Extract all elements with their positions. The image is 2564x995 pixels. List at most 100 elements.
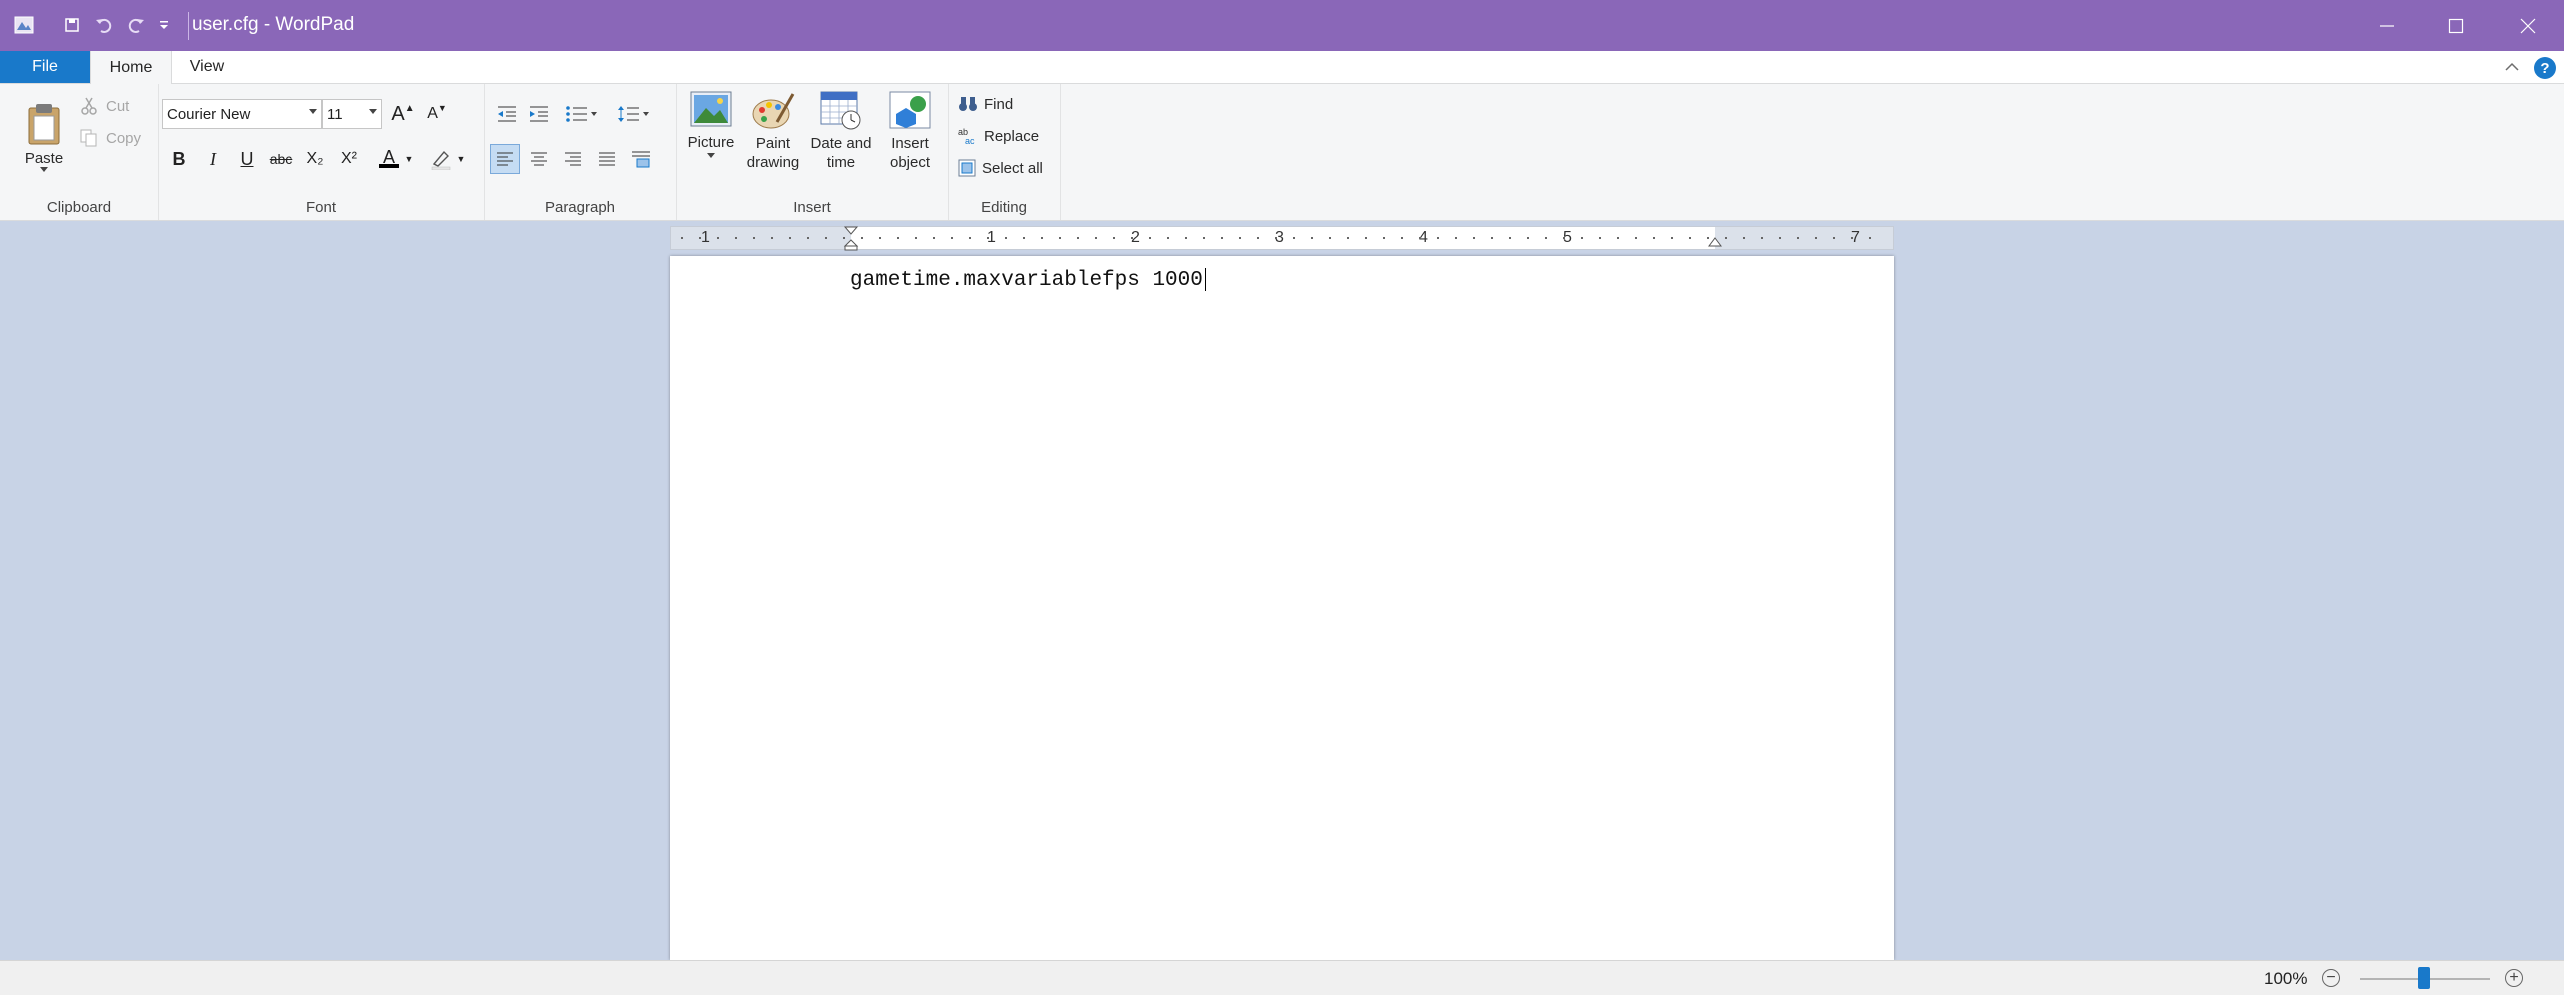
tab-file[interactable]: File bbox=[0, 51, 90, 83]
ribbon-tab-row: File Home View ? bbox=[0, 51, 2564, 84]
shrink-font-button[interactable]: A ▼ bbox=[422, 99, 452, 129]
paint-drawing-label-line2: drawing bbox=[746, 154, 800, 171]
justify-button[interactable] bbox=[592, 144, 622, 174]
insert-object-label-line1: Insert bbox=[891, 135, 929, 152]
document-page[interactable]: gametime.maxvariablefps 1000 bbox=[670, 256, 1894, 960]
copy-button[interactable]: Copy bbox=[80, 124, 141, 152]
select-all-icon bbox=[958, 159, 976, 177]
zoom-level: 100% bbox=[2264, 969, 2308, 988]
align-right-button[interactable] bbox=[558, 144, 588, 174]
ruler-tick bbox=[1401, 237, 1403, 239]
find-button[interactable]: Find bbox=[958, 90, 1013, 118]
maximize-button[interactable] bbox=[2420, 0, 2492, 51]
save-icon[interactable] bbox=[60, 12, 84, 38]
zoom-in-button[interactable]: + bbox=[2505, 969, 2523, 987]
superscript-button[interactable]: X² bbox=[334, 144, 364, 174]
ruler-tick bbox=[1761, 237, 1763, 239]
editing-group: Find ab ac Replace Select all Editing bbox=[948, 84, 1061, 220]
ruler-tick bbox=[1653, 237, 1655, 239]
ruler-tick bbox=[735, 237, 737, 239]
copy-icon bbox=[80, 129, 97, 147]
ruler-tick bbox=[1365, 237, 1367, 239]
tab-home[interactable]: Home bbox=[90, 51, 172, 84]
bullet-list-button[interactable] bbox=[560, 99, 604, 129]
grow-font-button[interactable]: A ▲ bbox=[388, 99, 418, 129]
paste-button[interactable]: Paste bbox=[14, 90, 74, 184]
right-indent-marker[interactable] bbox=[1707, 235, 1723, 251]
ruler-tick bbox=[1023, 237, 1025, 239]
title-bar: user.cfg - WordPad bbox=[0, 0, 2564, 51]
ruler-tick bbox=[1815, 237, 1817, 239]
zoom-slider-thumb[interactable] bbox=[2418, 967, 2430, 989]
ruler-tick bbox=[1581, 237, 1583, 239]
font-size-select[interactable]: 11 bbox=[322, 99, 382, 129]
ruler-tick bbox=[861, 237, 863, 239]
ruler-tick bbox=[1869, 237, 1871, 239]
ruler-tick bbox=[1095, 237, 1097, 239]
font-family-select[interactable]: Courier New bbox=[162, 99, 322, 129]
picture-icon bbox=[690, 91, 732, 127]
select-all-button[interactable]: Select all bbox=[958, 154, 1043, 182]
ruler-tick bbox=[1275, 237, 1277, 239]
ruler-tick bbox=[1545, 237, 1547, 239]
undo-icon[interactable] bbox=[92, 12, 116, 38]
insert-object-label-line2: object bbox=[889, 154, 931, 171]
underline-button[interactable]: U bbox=[232, 144, 262, 174]
redo-icon[interactable] bbox=[124, 12, 148, 38]
ruler[interactable]: 1 1 2 3 4 5 7 bbox=[670, 225, 1894, 251]
ruler-tick bbox=[1221, 237, 1223, 239]
align-left-button[interactable] bbox=[490, 144, 520, 174]
align-center-button[interactable] bbox=[524, 144, 554, 174]
ruler-tick bbox=[1743, 237, 1745, 239]
zoom-out-button[interactable]: − bbox=[2322, 969, 2340, 987]
italic-button[interactable]: I bbox=[198, 144, 228, 174]
close-button[interactable] bbox=[2492, 0, 2564, 51]
highlight-color-button[interactable] bbox=[426, 144, 456, 174]
tab-view[interactable]: View bbox=[172, 51, 242, 83]
window-title: user.cfg - WordPad bbox=[192, 14, 355, 35]
minimize-button[interactable] bbox=[2351, 0, 2423, 51]
document-text-line[interactable]: gametime.maxvariablefps 1000 bbox=[850, 268, 1206, 292]
help-button[interactable]: ? bbox=[2534, 57, 2556, 79]
picture-button[interactable]: Picture bbox=[682, 90, 740, 186]
ruler-tick bbox=[1473, 237, 1475, 239]
ruler-tick bbox=[1509, 237, 1511, 239]
highlight-color-dropdown[interactable]: ▼ bbox=[454, 144, 468, 174]
ruler-tick bbox=[807, 237, 809, 239]
bold-button[interactable]: B bbox=[164, 144, 194, 174]
insert-object-button[interactable]: Insert object bbox=[878, 90, 942, 186]
subscript-button[interactable]: X₂ bbox=[300, 144, 330, 174]
ruler-tick bbox=[1455, 237, 1457, 239]
svg-text:ac: ac bbox=[965, 136, 975, 145]
strikethrough-button[interactable]: abc bbox=[266, 144, 296, 174]
first-line-indent-marker[interactable] bbox=[843, 225, 859, 251]
decrease-indent-icon bbox=[498, 106, 516, 122]
ruler-tick bbox=[1185, 237, 1187, 239]
ruler-number: 1 bbox=[701, 229, 710, 246]
increase-indent-button[interactable] bbox=[524, 99, 554, 129]
customize-quick-access-icon[interactable] bbox=[152, 12, 176, 38]
ruler-tick bbox=[1383, 237, 1385, 239]
chevron-down-icon bbox=[40, 166, 48, 172]
ruler-tick bbox=[1203, 237, 1205, 239]
paragraph-settings-button[interactable] bbox=[626, 144, 656, 174]
font-color-dropdown[interactable]: ▼ bbox=[402, 144, 416, 174]
font-color-button[interactable]: A bbox=[374, 144, 404, 174]
ruler-tick bbox=[1617, 237, 1619, 239]
cut-button[interactable]: Cut bbox=[80, 92, 129, 120]
justify-icon bbox=[599, 152, 615, 166]
replace-button[interactable]: ab ac Replace bbox=[958, 122, 1039, 150]
wordpad-app-icon[interactable] bbox=[12, 12, 36, 38]
replace-label: Replace bbox=[984, 127, 1040, 145]
line-spacing-button[interactable] bbox=[612, 99, 656, 129]
ruler-tick bbox=[753, 237, 755, 239]
ruler-tick bbox=[1599, 237, 1601, 239]
paint-drawing-button[interactable]: Paint drawing bbox=[742, 90, 804, 186]
ruler-tick bbox=[1077, 237, 1079, 239]
date-and-time-button[interactable]: Date and time bbox=[806, 90, 876, 186]
ruler-tick bbox=[1689, 237, 1691, 239]
ruler-tick bbox=[717, 237, 719, 239]
ruler-tick bbox=[1851, 237, 1853, 239]
collapse-ribbon-button[interactable] bbox=[2500, 55, 2524, 79]
decrease-indent-button[interactable] bbox=[492, 99, 522, 129]
